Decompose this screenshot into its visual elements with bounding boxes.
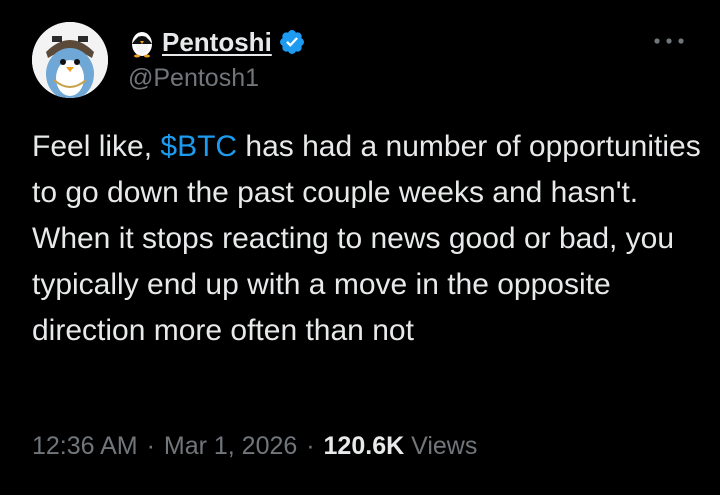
tweet-date[interactable]: Mar 1, 2026 [164,432,297,460]
verified-badge-icon[interactable] [278,28,306,56]
penguin-avatar-icon [32,22,108,98]
tweet-metadata: 12:36 AM · Mar 1, 2026 · 120.6K Views [32,432,477,461]
cashtag-link[interactable]: $BTC [160,130,237,163]
tweet-time[interactable]: 12:36 AM [32,432,138,460]
tweet: Pentoshi @Pentosh1 Feel like, $BTC has h… [0,0,720,495]
views-count[interactable]: 120.6K [324,432,405,460]
separator: · [306,432,315,460]
author-name-row: Pentoshi [128,24,306,60]
separator: · [146,432,155,460]
display-name[interactable]: Pentoshi [162,27,272,58]
views-label: Views [411,432,478,460]
avatar[interactable] [32,22,108,98]
tweet-text: Feel like, $BTC has had a number of oppo… [32,124,702,354]
tweet-text-before: Feel like, [32,130,161,163]
author-handle[interactable]: @Pentosh1 [128,64,259,93]
more-options-icon[interactable] [652,34,686,48]
penguin-emoji-icon [128,26,156,58]
